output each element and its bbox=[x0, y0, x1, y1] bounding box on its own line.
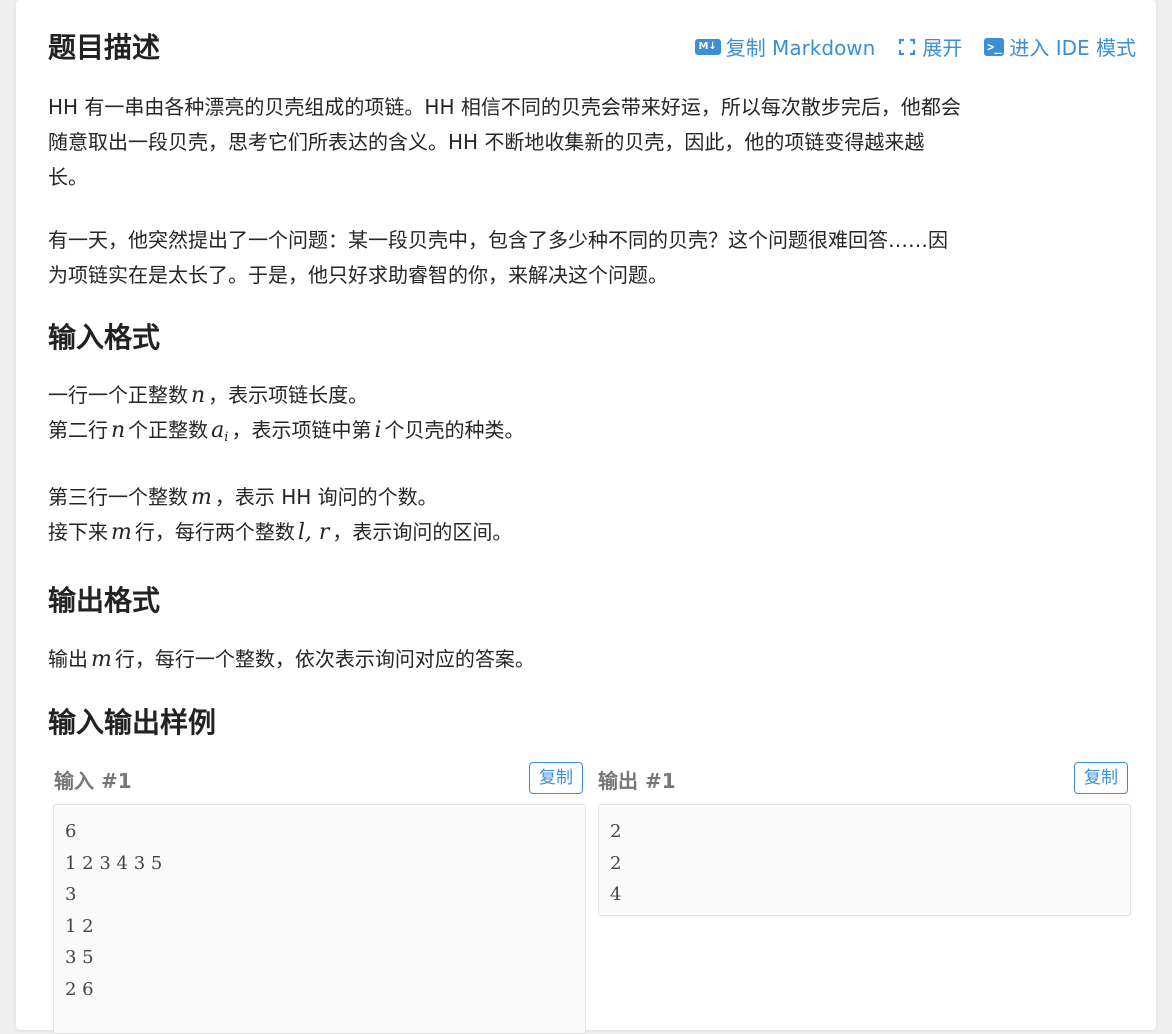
input-format-block-2: 第三行一个整数 m ，表示 HH 询问的个数。 接下来 m 行，每行两个整数 l, r ，表… bbox=[48, 480, 1138, 550]
math-var: i bbox=[374, 418, 382, 443]
text-line: HH 有一串由各种漂亮的贝壳组成的项链。HH 相信不同的贝壳会带来好运，所以每次… bbox=[48, 95, 961, 119]
sample-output-box[interactable]: 2 2 4 bbox=[598, 804, 1131, 916]
copy-markdown-button[interactable]: M↓ 复制 Markdown bbox=[694, 32, 876, 61]
expand-label: 展开 bbox=[922, 36, 963, 60]
math-var: l, r bbox=[297, 520, 330, 545]
ide-mode-button[interactable]: >_ 进入 IDE 模式 bbox=[984, 32, 1136, 61]
copy-output-button[interactable]: 复制 bbox=[1074, 762, 1128, 794]
copy-markdown-label: 复制 Markdown bbox=[725, 36, 876, 60]
samples-title: 输入输出样例 bbox=[48, 706, 217, 739]
copy-input-button[interactable]: 复制 bbox=[529, 762, 583, 794]
expand-button[interactable]: 展开 bbox=[897, 32, 962, 61]
markdown-icon: M↓ bbox=[694, 38, 721, 55]
text-line: 为项链实在是太长了。于是，他只好求助睿智的你，来解决这个问题。 bbox=[48, 263, 668, 287]
math-var: ai bbox=[211, 418, 229, 445]
math-var: m bbox=[91, 647, 112, 672]
input-format-block-1: 一行一个正整数 n ，表示项链长度。 第二行 n 个正整数 ai ，表示项链中第 i 个贝壳的种… bbox=[48, 378, 1138, 455]
input-format-line-3: 第三行一个整数 m ，表示 HH 询问的个数。 bbox=[48, 485, 438, 510]
math-var: m bbox=[191, 485, 212, 510]
text-line: 长。 bbox=[48, 165, 88, 189]
text-line: 有一天，他突然提出了一个问题：某一段贝壳中，包含了多少种不同的贝壳？这个问题很难… bbox=[48, 228, 948, 252]
sample-input-label: 输入 #1 bbox=[54, 769, 132, 793]
output-format-text: 输出 m 行，每行一个整数，依次表示询问对应的答案。 bbox=[48, 647, 535, 672]
output-format-title: 输出格式 bbox=[48, 584, 161, 617]
input-format-line-4: 接下来 m 行，每行两个整数 l, r ，表示询问的区间。 bbox=[48, 520, 513, 545]
input-format-title: 输入格式 bbox=[48, 321, 161, 354]
math-var: m bbox=[111, 520, 132, 545]
problem-card: 题目描述 M↓ 复制 Markdown 展开 >_ 进入 IDE 模式 HH 有… bbox=[16, 0, 1156, 1034]
expand-icon bbox=[899, 38, 916, 55]
input-format-line-2: 第二行 n 个正整数 ai ，表示项链中第 i 个贝壳的种类。 bbox=[48, 418, 525, 445]
sample-output-label: 输出 #1 bbox=[598, 769, 676, 793]
header-actions: M↓ 复制 Markdown 展开 >_ 进入 IDE 模式 bbox=[694, 32, 1136, 61]
description-paragraph-1: HH 有一串由各种漂亮的贝壳组成的项链。HH 相信不同的贝壳会带来好运，所以每次… bbox=[48, 90, 1138, 195]
text-line: 随意取出一段贝壳，思考它们所表达的含义。HH 不断地收集新的贝壳，因此，他的项链… bbox=[48, 130, 925, 154]
sample-input-box[interactable]: 6 1 2 3 4 3 5 3 1 2 3 5 2 6 bbox=[53, 804, 586, 1034]
description-title: 题目描述 bbox=[48, 31, 161, 64]
math-var: n bbox=[111, 418, 126, 443]
description-paragraph-2: 有一天，他突然提出了一个问题：某一段贝壳中，包含了多少种不同的贝壳？这个问题很难… bbox=[48, 223, 1138, 293]
terminal-icon: >_ bbox=[984, 37, 1005, 56]
math-var: n bbox=[191, 383, 206, 408]
input-format-line-1: 一行一个正整数 n ，表示项链长度。 bbox=[48, 383, 369, 408]
ide-mode-label: 进入 IDE 模式 bbox=[1009, 36, 1136, 60]
